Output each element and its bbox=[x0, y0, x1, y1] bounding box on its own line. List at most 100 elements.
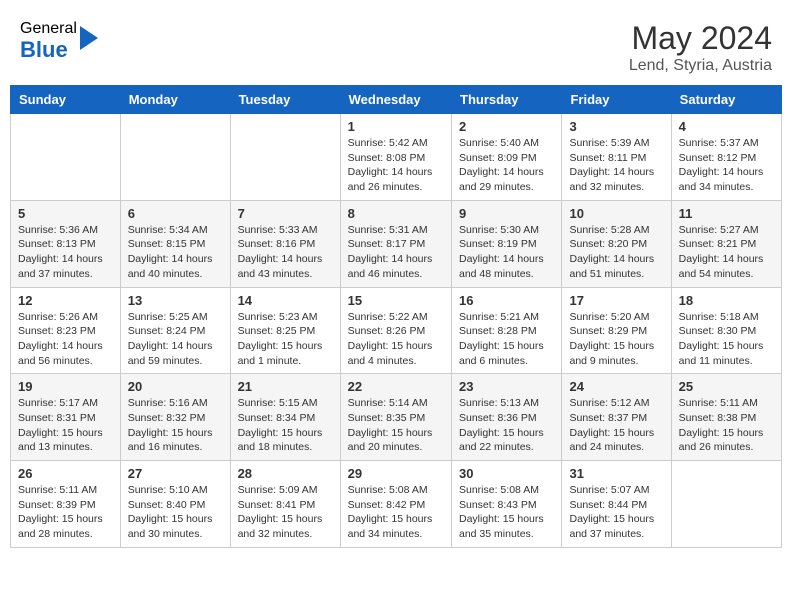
day-info: Sunrise: 5:11 AM Sunset: 8:38 PM Dayligh… bbox=[679, 396, 774, 455]
calendar-cell: 27Sunrise: 5:10 AM Sunset: 8:40 PM Dayli… bbox=[120, 461, 230, 548]
calendar-cell: 10Sunrise: 5:28 AM Sunset: 8:20 PM Dayli… bbox=[562, 200, 671, 287]
calendar-cell: 25 Sunrise: 5:11 AM Sunset: 8:38 PM Dayli… bbox=[671, 374, 781, 461]
calendar-cell: 31 Sunrise: 5:07 AM Sunset: 8:44 PM Dayli… bbox=[562, 461, 671, 548]
day-info: Sunrise: 5:30 AM Sunset: 8:19 PM Dayligh… bbox=[459, 223, 554, 282]
logo-arrow-icon bbox=[80, 26, 98, 50]
calendar-cell: 18 Sunrise: 5:18 AM Sunset: 8:30 PM Dayli… bbox=[671, 287, 781, 374]
day-info: Sunrise: 5:40 AM Sunset: 8:09 PM Dayligh… bbox=[459, 136, 554, 195]
day-info: Sunrise: 5:08 AM Sunset: 8:43 PM Dayligh… bbox=[459, 483, 554, 542]
calendar-cell: 9 Sunrise: 5:30 AM Sunset: 8:19 PM Daylig… bbox=[452, 200, 562, 287]
day-number: 22 bbox=[348, 379, 444, 394]
calendar-cell: 14Sunrise: 5:23 AM Sunset: 8:25 PM Dayli… bbox=[230, 287, 340, 374]
month-year-title: May 2024 bbox=[629, 20, 772, 57]
calendar-cell: 3 Sunrise: 5:39 AM Sunset: 8:11 PM Daylig… bbox=[562, 114, 671, 201]
day-info: Sunrise: 5:22 AM Sunset: 8:26 PM Dayligh… bbox=[348, 310, 444, 369]
calendar-cell: 4Sunrise: 5:37 AM Sunset: 8:12 PM Daylig… bbox=[671, 114, 781, 201]
logo-blue: Blue bbox=[20, 38, 77, 62]
calendar-cell: 23 Sunrise: 5:13 AM Sunset: 8:36 PM Dayli… bbox=[452, 374, 562, 461]
day-info: Sunrise: 5:39 AM Sunset: 8:11 PM Dayligh… bbox=[569, 136, 663, 195]
day-number: 27 bbox=[128, 466, 223, 481]
day-number: 3 bbox=[569, 119, 663, 134]
title-area: May 2024 Lend, Styria, Austria bbox=[629, 20, 772, 75]
day-number: 26 bbox=[18, 466, 113, 481]
day-info: Sunrise: 5:25 AM Sunset: 8:24 PM Dayligh… bbox=[128, 310, 223, 369]
day-number: 19 bbox=[18, 379, 113, 394]
calendar-body: 1 Sunrise: 5:42 AM Sunset: 8:08 PM Daylig… bbox=[11, 114, 782, 548]
day-number: 21 bbox=[238, 379, 333, 394]
day-number: 8 bbox=[348, 206, 444, 221]
calendar-cell bbox=[671, 461, 781, 548]
day-number: 17 bbox=[569, 293, 663, 308]
day-number: 13 bbox=[128, 293, 223, 308]
day-number: 2 bbox=[459, 119, 554, 134]
calendar-cell bbox=[11, 114, 121, 201]
day-number: 5 bbox=[18, 206, 113, 221]
day-number: 9 bbox=[459, 206, 554, 221]
weekday-header-monday: Monday bbox=[120, 86, 230, 114]
day-number: 18 bbox=[679, 293, 774, 308]
day-info: Sunrise: 5:13 AM Sunset: 8:36 PM Dayligh… bbox=[459, 396, 554, 455]
day-info: Sunrise: 5:17 AM Sunset: 8:31 PM Dayligh… bbox=[18, 396, 113, 455]
calendar-cell: 15 Sunrise: 5:22 AM Sunset: 8:26 PM Dayli… bbox=[340, 287, 451, 374]
day-info: Sunrise: 5:23 AM Sunset: 8:25 PM Dayligh… bbox=[238, 310, 333, 369]
day-info: Sunrise: 5:36 AM Sunset: 8:13 PM Dayligh… bbox=[18, 223, 113, 282]
day-number: 23 bbox=[459, 379, 554, 394]
day-number: 28 bbox=[238, 466, 333, 481]
day-number: 29 bbox=[348, 466, 444, 481]
calendar-cell: 24 Sunrise: 5:12 AM Sunset: 8:37 PM Dayli… bbox=[562, 374, 671, 461]
day-info: Sunrise: 5:11 AM Sunset: 8:39 PM Dayligh… bbox=[18, 483, 113, 542]
logo: General Blue bbox=[20, 20, 98, 62]
calendar-week-5: 26 Sunrise: 5:11 AM Sunset: 8:39 PM Dayli… bbox=[11, 461, 782, 548]
day-info: Sunrise: 5:37 AM Sunset: 8:12 PM Dayligh… bbox=[679, 136, 774, 195]
location-subtitle: Lend, Styria, Austria bbox=[629, 57, 772, 75]
calendar-cell: 26 Sunrise: 5:11 AM Sunset: 8:39 PM Dayli… bbox=[11, 461, 121, 548]
day-info: Sunrise: 5:42 AM Sunset: 8:08 PM Dayligh… bbox=[348, 136, 444, 195]
logo-general: General bbox=[20, 20, 77, 38]
calendar-cell: 22Sunrise: 5:14 AM Sunset: 8:35 PM Dayli… bbox=[340, 374, 451, 461]
day-number: 6 bbox=[128, 206, 223, 221]
day-info: Sunrise: 5:15 AM Sunset: 8:34 PM Dayligh… bbox=[238, 396, 333, 455]
day-info: Sunrise: 5:12 AM Sunset: 8:37 PM Dayligh… bbox=[569, 396, 663, 455]
logo-text: General Blue bbox=[20, 20, 77, 62]
calendar-cell: 29Sunrise: 5:08 AM Sunset: 8:42 PM Dayli… bbox=[340, 461, 451, 548]
weekday-header-saturday: Saturday bbox=[671, 86, 781, 114]
calendar-cell: 30Sunrise: 5:08 AM Sunset: 8:43 PM Dayli… bbox=[452, 461, 562, 548]
day-number: 1 bbox=[348, 119, 444, 134]
calendar-cell: 19 Sunrise: 5:17 AM Sunset: 8:31 PM Dayli… bbox=[11, 374, 121, 461]
calendar-header: SundayMondayTuesdayWednesdayThursdayFrid… bbox=[11, 86, 782, 114]
day-info: Sunrise: 5:21 AM Sunset: 8:28 PM Dayligh… bbox=[459, 310, 554, 369]
day-number: 15 bbox=[348, 293, 444, 308]
weekday-header-sunday: Sunday bbox=[11, 86, 121, 114]
calendar-table: SundayMondayTuesdayWednesdayThursdayFrid… bbox=[10, 85, 782, 548]
calendar-week-3: 12 Sunrise: 5:26 AM Sunset: 8:23 PM Dayli… bbox=[11, 287, 782, 374]
day-number: 7 bbox=[238, 206, 333, 221]
calendar-cell: 20 Sunrise: 5:16 AM Sunset: 8:32 PM Dayli… bbox=[120, 374, 230, 461]
day-info: Sunrise: 5:20 AM Sunset: 8:29 PM Dayligh… bbox=[569, 310, 663, 369]
day-number: 25 bbox=[679, 379, 774, 394]
calendar-cell: 2 Sunrise: 5:40 AM Sunset: 8:09 PM Daylig… bbox=[452, 114, 562, 201]
calendar-cell: 8 Sunrise: 5:31 AM Sunset: 8:17 PM Daylig… bbox=[340, 200, 451, 287]
calendar-cell: 28Sunrise: 5:09 AM Sunset: 8:41 PM Dayli… bbox=[230, 461, 340, 548]
page-header: General Blue May 2024 Lend, Styria, Aust… bbox=[10, 10, 782, 80]
calendar-cell: 11Sunrise: 5:27 AM Sunset: 8:21 PM Dayli… bbox=[671, 200, 781, 287]
day-number: 20 bbox=[128, 379, 223, 394]
day-number: 12 bbox=[18, 293, 113, 308]
day-info: Sunrise: 5:18 AM Sunset: 8:30 PM Dayligh… bbox=[679, 310, 774, 369]
calendar-cell: 1 Sunrise: 5:42 AM Sunset: 8:08 PM Daylig… bbox=[340, 114, 451, 201]
day-number: 24 bbox=[569, 379, 663, 394]
calendar-cell: 6Sunrise: 5:34 AM Sunset: 8:15 PM Daylig… bbox=[120, 200, 230, 287]
weekday-header-wednesday: Wednesday bbox=[340, 86, 451, 114]
calendar-cell: 16Sunrise: 5:21 AM Sunset: 8:28 PM Dayli… bbox=[452, 287, 562, 374]
day-info: Sunrise: 5:16 AM Sunset: 8:32 PM Dayligh… bbox=[128, 396, 223, 455]
day-number: 31 bbox=[569, 466, 663, 481]
weekday-header-tuesday: Tuesday bbox=[230, 86, 340, 114]
weekday-header-thursday: Thursday bbox=[452, 86, 562, 114]
day-info: Sunrise: 5:26 AM Sunset: 8:23 PM Dayligh… bbox=[18, 310, 113, 369]
calendar-week-2: 5 Sunrise: 5:36 AM Sunset: 8:13 PM Daylig… bbox=[11, 200, 782, 287]
day-info: Sunrise: 5:33 AM Sunset: 8:16 PM Dayligh… bbox=[238, 223, 333, 282]
calendar-week-1: 1 Sunrise: 5:42 AM Sunset: 8:08 PM Daylig… bbox=[11, 114, 782, 201]
day-info: Sunrise: 5:31 AM Sunset: 8:17 PM Dayligh… bbox=[348, 223, 444, 282]
calendar-cell: 5 Sunrise: 5:36 AM Sunset: 8:13 PM Daylig… bbox=[11, 200, 121, 287]
day-info: Sunrise: 5:07 AM Sunset: 8:44 PM Dayligh… bbox=[569, 483, 663, 542]
calendar-cell: 7 Sunrise: 5:33 AM Sunset: 8:16 PM Daylig… bbox=[230, 200, 340, 287]
